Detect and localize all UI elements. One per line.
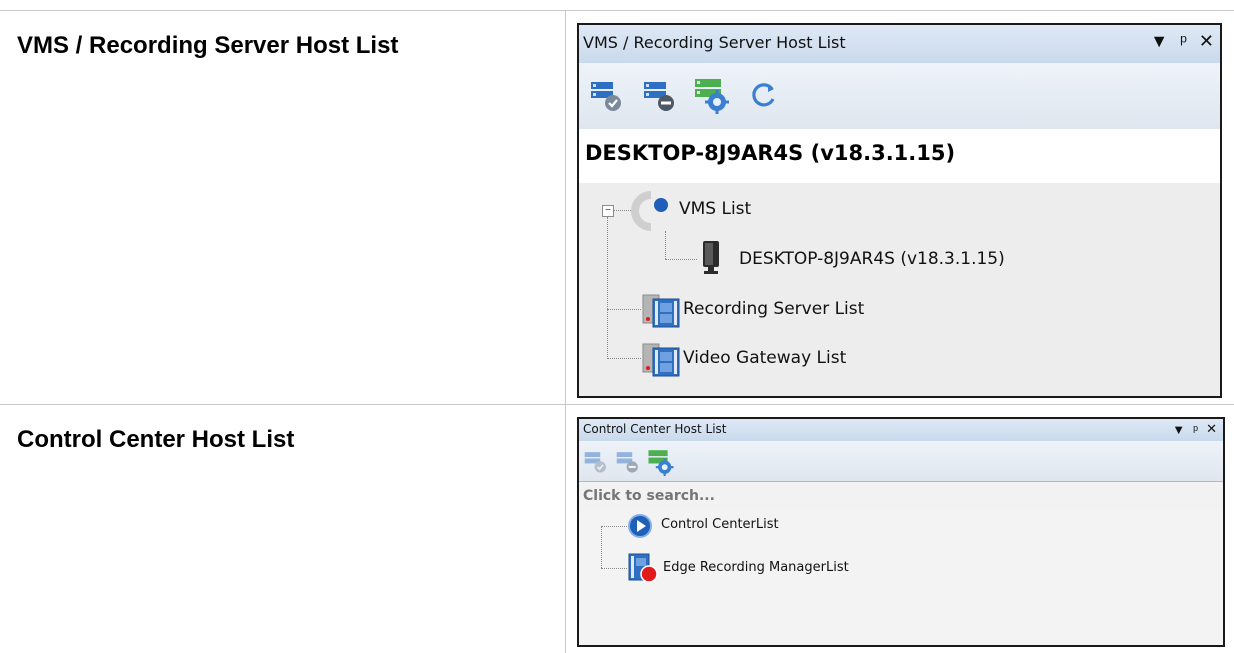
pin-icon[interactable]: ᵖ (1180, 31, 1187, 52)
dropdown-arrow-icon[interactable]: ▼ (1172, 422, 1185, 437)
cc-panel-window-controls: ▼ ᵖ ✕ (1172, 421, 1217, 437)
cc-panel-titlebar: Control Center Host List ▼ ᵖ ✕ (579, 419, 1223, 442)
documentation-table: VMS / Recording Server Host List Control… (0, 0, 1234, 653)
edge-recording-manager-icon (628, 553, 658, 583)
vms-tree: − VMS List DESKTOP-8J9AR4S (v18.3.1.15) … (579, 183, 1220, 396)
cc-panel-title: Control Center Host List (583, 422, 727, 436)
tree-item-vms-host[interactable]: DESKTOP-8J9AR4S (v18.3.1.15) (739, 249, 1005, 269)
video-gateway-icon (642, 343, 680, 377)
server-settings-icon[interactable] (647, 447, 675, 477)
connect-server-icon[interactable] (589, 79, 625, 113)
vms-panel-window-controls: ▼ ᵖ ✕ (1150, 31, 1214, 52)
table-border-top (0, 10, 1234, 11)
pin-icon[interactable]: ᵖ (1193, 422, 1198, 437)
vms-list-icon (631, 191, 668, 231)
tree-connector (613, 210, 633, 211)
tree-connector (665, 231, 666, 259)
control-center-icon (628, 514, 652, 538)
cc-panel-toolbar (579, 441, 1223, 482)
vms-panel-titlebar: VMS / Recording Server Host List ▼ ᵖ ✕ (579, 25, 1220, 64)
vms-panel-title: VMS / Recording Server Host List (583, 33, 846, 52)
table-row-divider (0, 404, 1234, 405)
row-label-control-center-host-list: Control Center Host List (17, 426, 295, 453)
close-icon[interactable]: ✕ (1206, 421, 1217, 437)
tree-item-control-center-list[interactable]: Control CenterList (661, 517, 779, 532)
tree-item-recording-server-list[interactable]: Recording Server List (683, 299, 864, 319)
table-column-divider (565, 10, 566, 653)
tree-item-vms-list[interactable]: VMS List (679, 199, 751, 219)
tree-connector (607, 358, 641, 359)
tree-connector (665, 259, 697, 260)
recording-server-icon (642, 294, 680, 328)
tree-connector (601, 526, 627, 527)
control-center-host-list-panel: Control Center Host List ▼ ᵖ ✕ Click to … (577, 417, 1225, 647)
tree-connector (607, 217, 608, 359)
vms-host-header: DESKTOP-8J9AR4S (v18.3.1.15) (579, 129, 1220, 184)
tree-connector (607, 309, 641, 310)
cc-search-bar (579, 481, 1223, 511)
vms-host-list-panel: VMS / Recording Server Host List ▼ ᵖ ✕ D… (577, 23, 1222, 398)
server-settings-icon[interactable] (693, 75, 731, 115)
collapse-toggle-icon[interactable]: − (602, 205, 614, 217)
monitor-icon (703, 241, 719, 274)
tree-item-video-gateway-list[interactable]: Video Gateway List (683, 348, 846, 368)
cc-tree: Control CenterList Edge Recording Manage… (579, 510, 1223, 645)
row-label-vms-host-list: VMS / Recording Server Host List (17, 32, 399, 59)
vms-host-name: DESKTOP-8J9AR4S (v18.3.1.15) (585, 141, 956, 165)
refresh-icon[interactable] (747, 79, 779, 111)
close-icon[interactable]: ✕ (1199, 31, 1214, 52)
tree-item-edge-recording-manager-list[interactable]: Edge Recording ManagerList (663, 560, 849, 575)
cc-search-input[interactable] (581, 484, 1215, 508)
tree-connector (601, 568, 627, 569)
tree-connector (601, 526, 602, 568)
dropdown-arrow-icon[interactable]: ▼ (1150, 31, 1168, 52)
vms-panel-toolbar (579, 63, 1220, 130)
connect-server-icon[interactable] (583, 450, 609, 474)
disconnect-server-icon[interactable] (642, 79, 678, 113)
disconnect-server-icon[interactable] (615, 450, 641, 474)
